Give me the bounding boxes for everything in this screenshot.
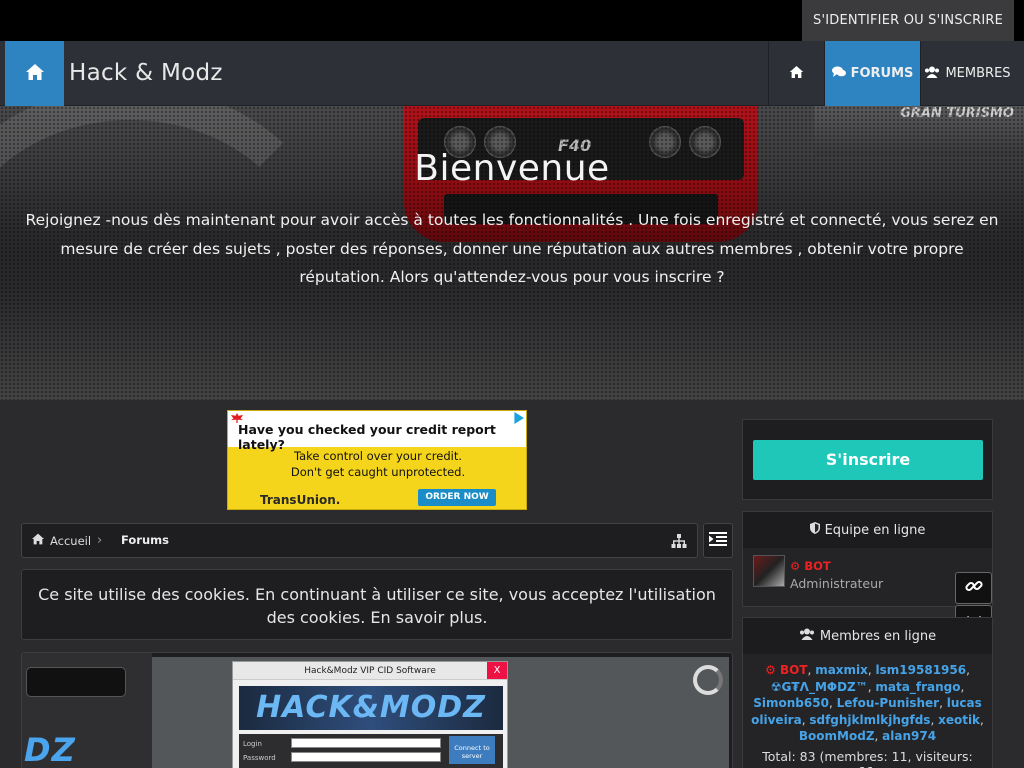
software-banner: HACK&MODZ [239,686,503,730]
breadcrumb-home[interactable]: Accueil [31,524,91,557]
link-icon [964,577,983,599]
users-icon [799,628,815,644]
breadcrumb-toggle-button[interactable] [703,523,733,558]
members-online-box: Membres en ligne ⚙ BOT, maxmix, lsm19581… [742,617,993,768]
ad-order-button[interactable]: ORDER NOW [418,489,496,506]
hero-content: Bienvenue Rejoignez -nous dès maintenant… [0,106,1024,292]
member-link[interactable]: BoomModZ [799,729,875,743]
indent-icon [709,531,727,550]
members-total: Total: 83 (membres: 11, visiteurs: 66, [762,749,973,768]
online-members-list: ⚙ BOT, maxmix, lsm19581956, ☢Ǥ₮Λ_MΦDZ™, … [751,663,984,743]
staff-member-name[interactable]: ⚙ BOT [790,559,831,573]
nav-tabs: FORUMS MEMBRES [768,41,1014,106]
login-field [291,738,441,748]
cogs-icon: ⚙ [790,559,801,573]
member-link[interactable]: ☢Ǥ₮Λ_MΦDZ™ [771,680,868,694]
users-icon [924,66,940,82]
home-icon [25,63,45,85]
tab-forums-label: FORUMS [850,66,914,81]
software-window-screenshot: Hack&Modz VIP CID Software X HACK&MODZ L… [232,661,508,768]
breadcrumb-home-label: Accueil [50,533,92,548]
avatar[interactable] [753,555,785,587]
content-preview: DZ Hack&Modz VIP CID Software X HACK&MOD… [21,652,733,768]
ad-brand: TransUnion. [260,493,341,507]
ad-text-line: Don't get caught unprotected. [290,465,466,479]
breadcrumb-separator: › [97,533,103,548]
ad-headline: Have you checked your credit report late… [238,422,496,452]
top-bar: S'IDENTIFIER OU S'INSCRIRE [0,0,1024,41]
share-link-button[interactable] [955,572,992,604]
home-icon [31,533,45,548]
member-link[interactable]: Lefou-Punisher [837,696,940,710]
logo-fragment: DZ [24,731,76,768]
window-title: Hack&Modz VIP CID Software [304,666,436,676]
sitemap-icon[interactable] [671,533,687,552]
preview-pill [26,667,126,697]
member-link[interactable]: sdfghjklmlkjhgfds [809,713,930,727]
ad-text-line: Take control over your credit. [293,449,462,463]
main-navbar: Hack & Modz FORUMS MEMBRES [0,41,1024,106]
connect-button: Connect to server [449,736,495,764]
tab-forums[interactable]: FORUMS [824,41,920,106]
preview-image[interactable]: Hack&Modz VIP CID Software X HACK&MODZ L… [152,657,729,768]
member-link[interactable]: alan974 [882,729,936,743]
members-title: Membres en ligne [819,628,937,644]
hero-text: Rejoignez -nous dès maintenant pour avoi… [25,211,999,286]
ad-banner[interactable]: Have you checked your credit report late… [227,410,527,510]
member-link[interactable]: Simonb650 [753,696,829,710]
home-icon [789,65,804,83]
member-link[interactable]: mata_frango [875,680,960,694]
password-field [291,752,441,762]
comments-icon [831,66,846,82]
hero-title: Bienvenue [414,148,610,189]
welcome-hero: GRAN TURISMO F40 Bienvenue Rejoignez -no… [0,106,1024,400]
member-link[interactable]: lsm19581956 [876,663,967,677]
site-title[interactable]: Hack & Modz [69,41,223,106]
member-link[interactable]: maxmix [815,663,868,677]
login-label: Login [243,740,262,748]
staff-title: Equipe en ligne [824,522,926,538]
close-icon: X [487,662,507,679]
tab-members-label: MEMBRES [945,66,1011,81]
breadcrumb-current[interactable]: Forums [121,524,169,557]
tab-home[interactable] [768,41,824,106]
member-link[interactable]: xeotik [938,713,980,727]
loading-spinner-icon [693,665,723,695]
breadcrumb: Accueil › Forums [21,523,698,558]
register-box: S'inscrire [742,419,993,500]
password-label: Password [243,754,276,762]
cogs-icon: ⚙ [765,663,780,677]
member-link[interactable]: ⚙ BOT [765,663,807,677]
home-logo-button[interactable] [5,41,64,106]
register-button[interactable]: S'inscrire [753,440,983,480]
staff-member-role: Administrateur [790,576,884,591]
tab-members[interactable]: MEMBRES [920,41,1014,106]
shield-icon [809,522,820,538]
login-register-link[interactable]: S'IDENTIFIER OU S'INSCRIRE [802,0,1014,41]
cookie-notice[interactable]: Ce site utilise des cookies. En continua… [21,569,733,640]
